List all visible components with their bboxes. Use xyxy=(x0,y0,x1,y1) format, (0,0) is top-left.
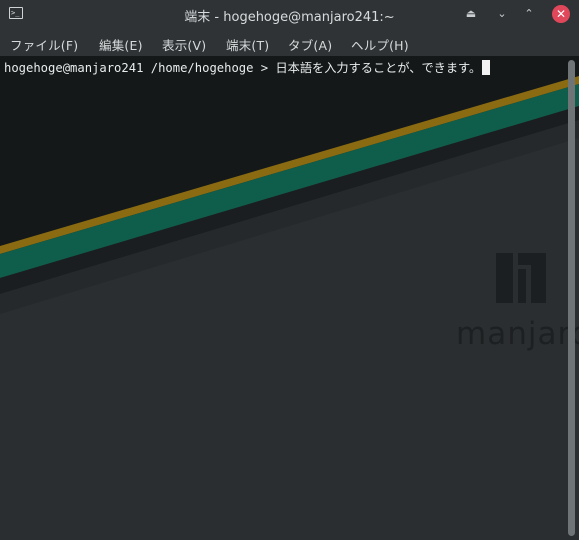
minimize-button[interactable]: ⌄ xyxy=(492,5,512,23)
menu-view[interactable]: 表示(V) xyxy=(162,35,206,54)
prompt-line: hogehoge@manjaro241 /home/hogehoge > 日本語… xyxy=(4,60,491,76)
manjaro-logo-block-3 xyxy=(518,269,526,303)
menu-bar: ファイル(F) 編集(E) 表示(V) 端末(T) タブ(A) ヘルプ(H) xyxy=(0,29,579,56)
menu-file[interactable]: ファイル(F) xyxy=(10,35,78,54)
menu-help[interactable]: ヘルプ(H) xyxy=(351,35,409,54)
menu-tabs[interactable]: タブ(A) xyxy=(288,35,332,54)
menu-edit[interactable]: 編集(E) xyxy=(99,35,143,54)
manjaro-logo-block-4 xyxy=(531,253,546,303)
terminal-window: >_ 端末 - hogehoge@manjaro241:~ ⏏ ⌄ ⌃ ✕ ファ… xyxy=(0,0,579,540)
title-bar[interactable]: >_ 端末 - hogehoge@manjaro241:~ ⏏ ⌄ ⌃ ✕ xyxy=(0,0,579,29)
prompt-text: hogehoge@manjaro241 /home/hogehoge > 日本語… xyxy=(4,61,482,75)
eject-icon[interactable]: ⏏ xyxy=(461,5,481,23)
manjaro-logo-block-1 xyxy=(496,253,513,303)
maximize-button[interactable]: ⌃ xyxy=(519,5,539,23)
close-button[interactable]: ✕ xyxy=(552,5,570,23)
manjaro-wallpaper xyxy=(0,56,579,540)
menu-terminal[interactable]: 端末(T) xyxy=(226,35,269,54)
terminal-area[interactable]: manjaro hogehoge@manjaro241 /home/hogeho… xyxy=(0,56,579,540)
scrollbar[interactable] xyxy=(568,60,575,536)
text-cursor xyxy=(482,60,491,75)
manjaro-brand-text: manjaro xyxy=(456,316,579,352)
